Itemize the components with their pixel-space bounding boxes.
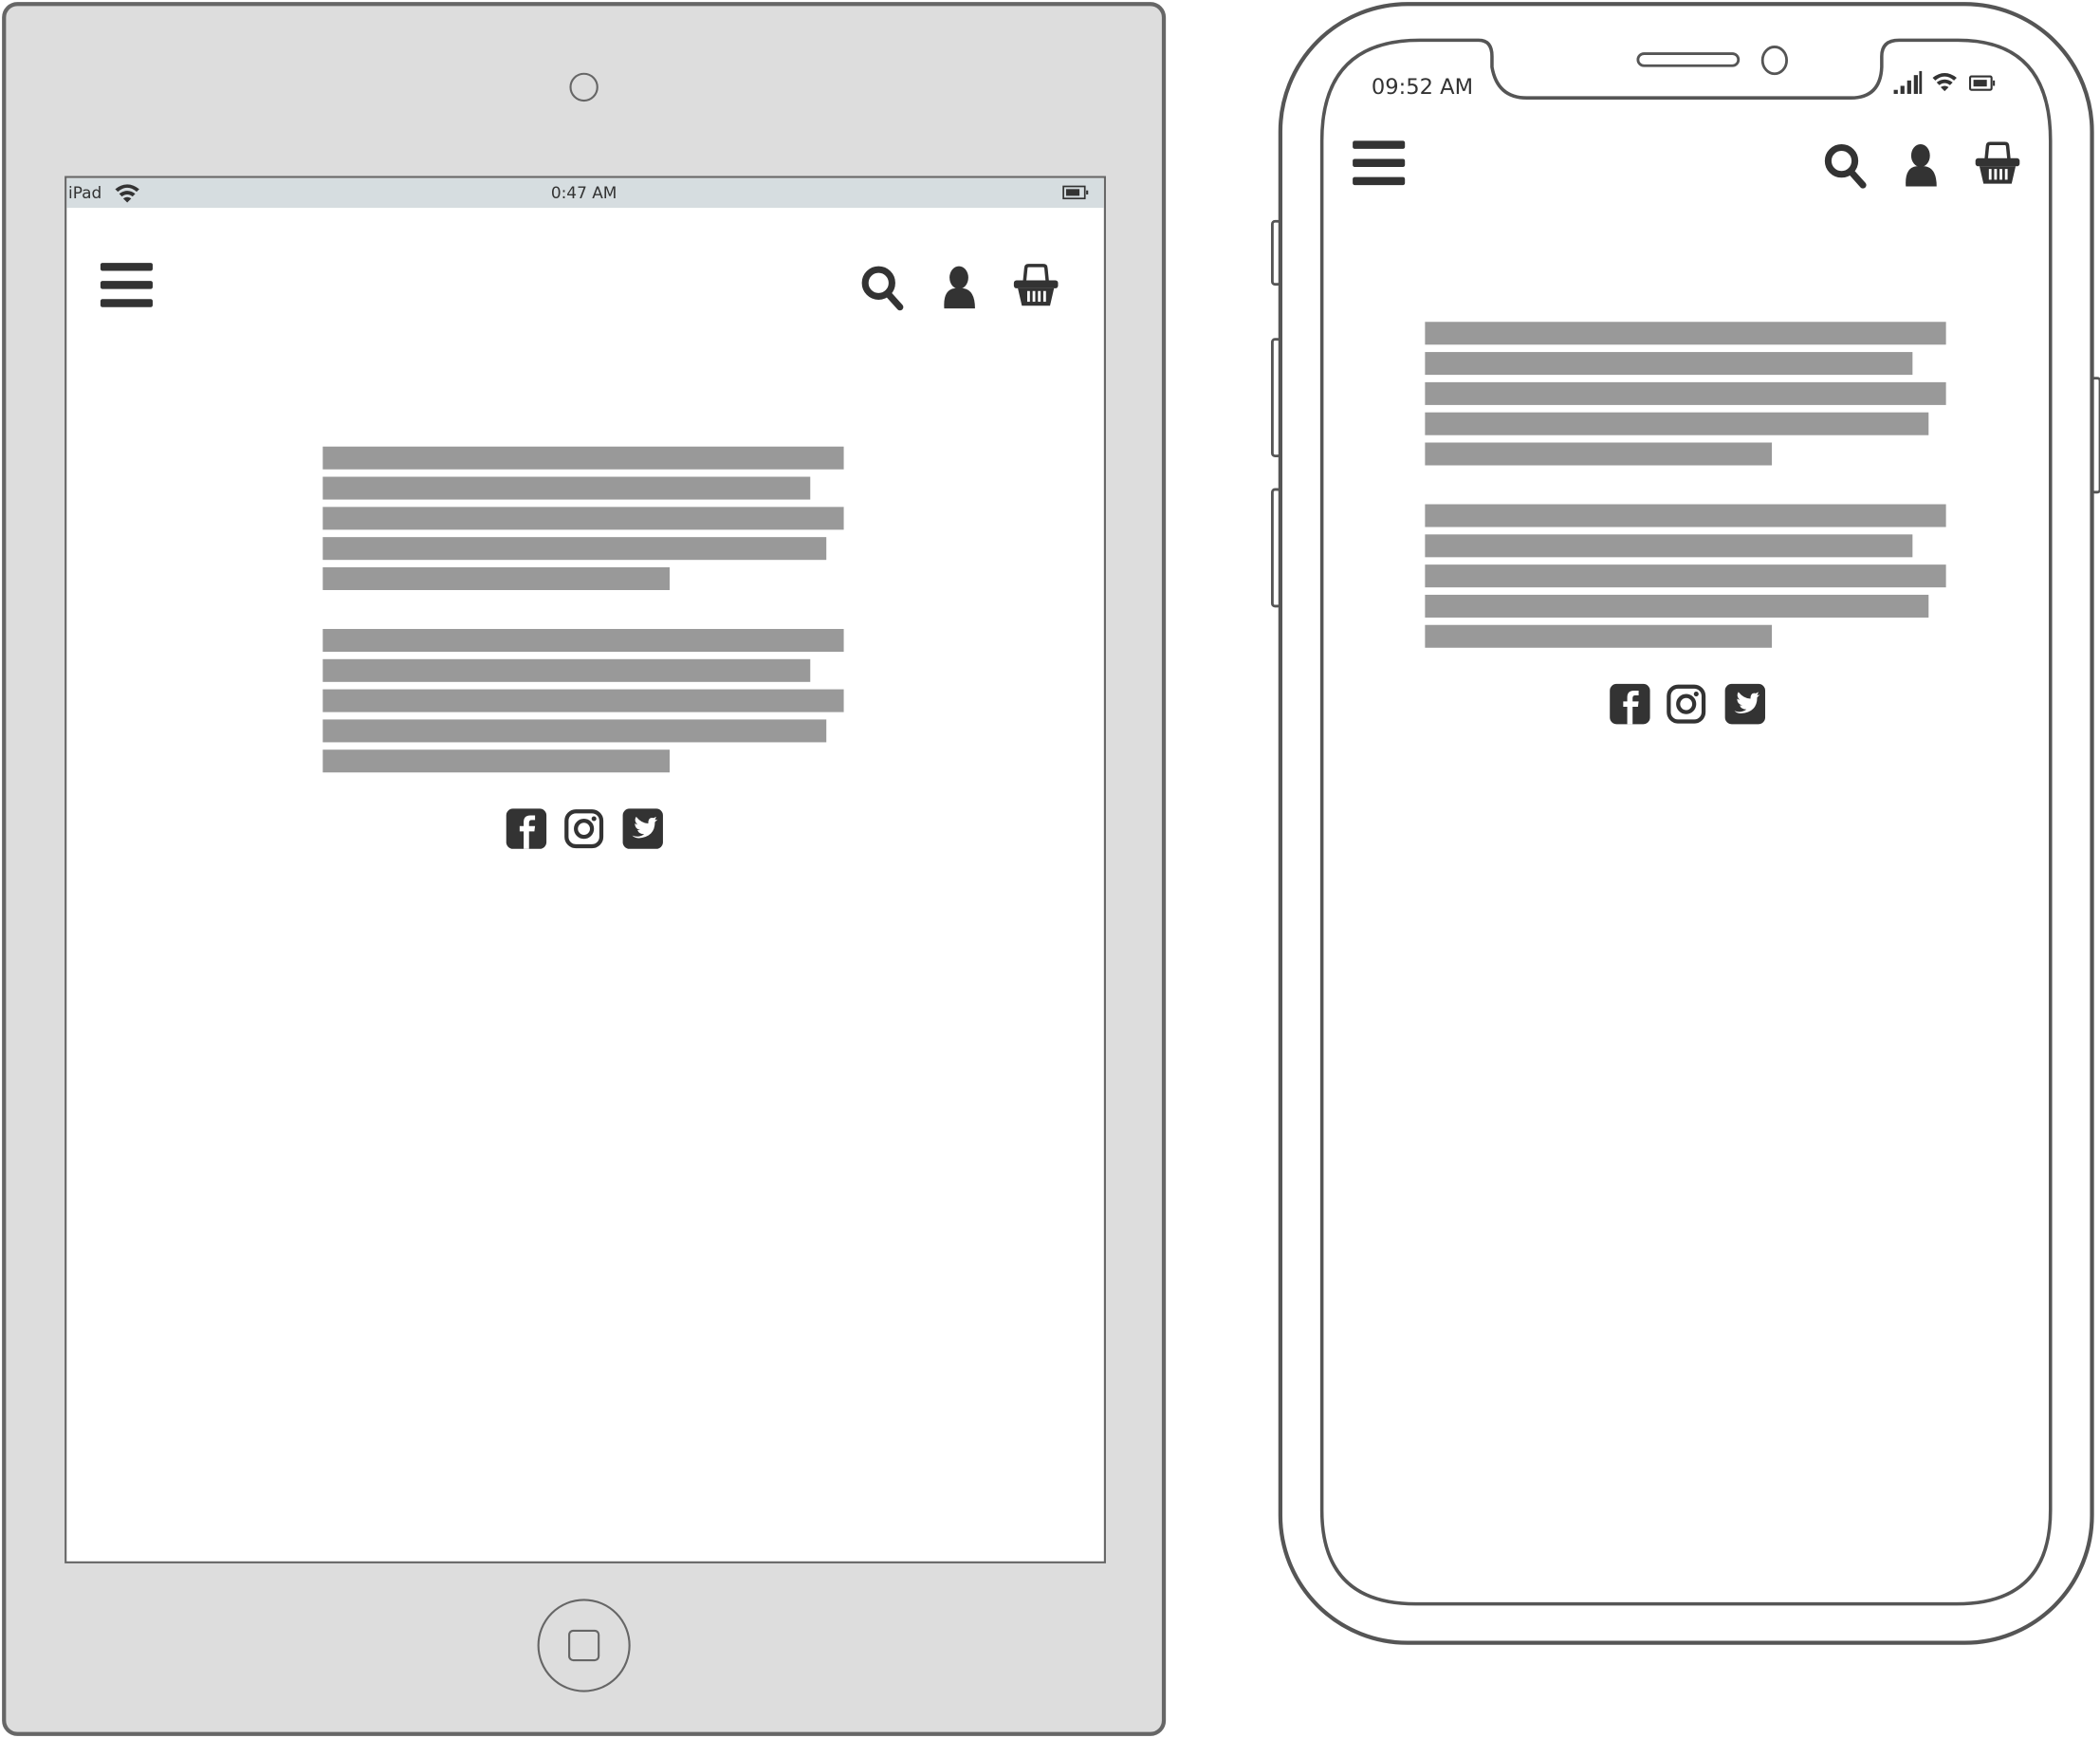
ipad-screen — [64, 176, 1106, 1563]
twitter-icon[interactable] — [1724, 683, 1766, 725]
hamburger-menu-icon[interactable] — [100, 263, 153, 307]
facebook-icon[interactable] — [506, 808, 547, 849]
devices: iPad 0:47 AM 09:52 AM — [2, 2, 2100, 1736]
ipad-device: iPad 0:47 AM — [2, 2, 1167, 1736]
iphone-device: 09:52 AM — [1270, 2, 2100, 1645]
hamburger-menu-icon[interactable] — [1353, 140, 1406, 186]
status-time: 0:47 AM — [551, 183, 617, 202]
status-time: 09:52 AM — [1372, 75, 1473, 100]
device-label: iPad — [68, 183, 101, 202]
iphone-screen — [1319, 38, 2053, 1606]
twitter-icon[interactable] — [622, 808, 663, 849]
wireframe-canvas: iPad 0:47 AM 09:52 AM — [0, 0, 2100, 1738]
facebook-icon[interactable] — [1610, 683, 1650, 725]
